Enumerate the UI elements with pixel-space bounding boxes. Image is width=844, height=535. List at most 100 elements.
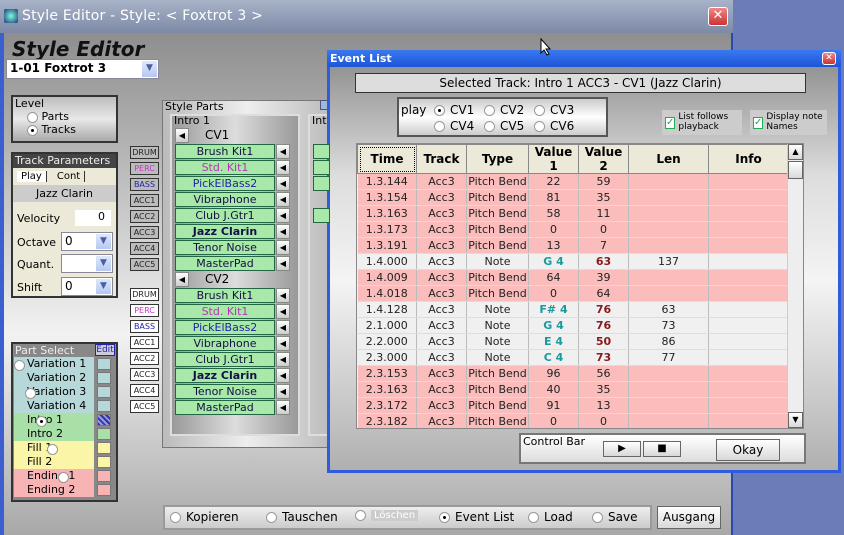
speaker-icon[interactable]: ◀ <box>276 320 290 335</box>
column-header-value-1[interactable]: Value 1 <box>528 144 579 174</box>
track-label-acc1[interactable]: ACC1 <box>130 336 159 349</box>
table-row[interactable]: 1.4.018 Acc3 Pitch Bend 0 64 <box>357 285 789 302</box>
bottom-option-load[interactable]: Load <box>528 510 573 524</box>
style-slot[interactable]: Tenor Noise <box>175 240 275 255</box>
style-slot[interactable]: Club J.Gtr1 <box>175 208 275 223</box>
track-label-acc3[interactable]: ACC3 <box>130 226 159 239</box>
style-slot[interactable]: Jazz Clarin <box>175 224 275 239</box>
style-slot[interactable]: Std. Kit1 <box>175 304 275 319</box>
level-option-tracks[interactable]: Tracks <box>13 123 116 136</box>
play-option-cv1[interactable]: CV1 <box>434 103 474 117</box>
radio-icon[interactable] <box>36 415 47 427</box>
style-slot[interactable]: Vibraphone <box>175 192 275 207</box>
radio-icon[interactable] <box>14 359 25 371</box>
style-slot[interactable]: Jazz Clarin <box>175 368 275 383</box>
table-row[interactable]: 2.3.153 Acc3 Pitch Bend 96 56 <box>357 365 789 382</box>
part-select-item[interactable]: Intro 1 <box>14 413 94 427</box>
part-edit-box[interactable] <box>97 442 111 454</box>
play-option-cv5[interactable]: CV5 <box>484 119 524 133</box>
track-label-acc1[interactable]: ACC1 <box>130 194 159 207</box>
table-row[interactable]: 1.3.191 Acc3 Pitch Bend 13 7 <box>357 237 789 254</box>
part-edit-box[interactable] <box>97 386 111 398</box>
track-label-acc3[interactable]: ACC3 <box>130 368 159 381</box>
part-edit-box[interactable] <box>97 372 111 384</box>
speaker-icon[interactable]: ◀ <box>276 224 290 239</box>
tab-play[interactable]: Play <box>17 171 47 182</box>
table-row[interactable]: 2.3.182 Acc3 Pitch Bend 0 0 <box>357 413 789 428</box>
part-edit-box[interactable] <box>97 428 111 440</box>
play-option-cv4[interactable]: CV4 <box>434 119 474 133</box>
style-slot[interactable]: Vibraphone <box>175 336 275 351</box>
edit-button[interactable]: Edit <box>95 344 115 356</box>
ausgang-button[interactable]: Ausgang <box>657 506 721 529</box>
table-row[interactable]: 2.3.163 Acc3 Pitch Bend 40 35 <box>357 381 789 398</box>
track-label-bass[interactable]: BASS <box>130 178 159 191</box>
style-slot[interactable]: Tenor Noise <box>175 384 275 399</box>
part-select-item[interactable]: Ending 2 <box>14 483 94 497</box>
style-slot[interactable]: PickElBass2 <box>175 320 275 335</box>
table-row[interactable]: 1.4.128 Acc3 Note F# 4 76 63 <box>357 301 789 318</box>
table-row[interactable]: 1.3.144 Acc3 Pitch Bend 22 59 <box>357 173 789 190</box>
velocity-field[interactable]: 0 <box>75 210 111 226</box>
part-select-item[interactable]: Variation 1 <box>14 357 94 371</box>
track-label-perc[interactable]: PERC <box>130 304 159 317</box>
scroll-thumb[interactable] <box>788 161 803 179</box>
table-row[interactable]: 2.1.000 Acc3 Note G 4 76 73 <box>357 317 789 334</box>
speaker-icon[interactable]: ◀ <box>276 192 290 207</box>
column-header-time[interactable]: Time <box>357 144 417 174</box>
column-header-info[interactable]: Info <box>708 144 789 174</box>
part-edit-box[interactable] <box>97 456 111 468</box>
part-edit-box[interactable] <box>97 470 111 482</box>
speaker-icon[interactable]: ◀ <box>175 128 189 143</box>
speaker-icon[interactable]: ◀ <box>276 304 290 319</box>
style-slot[interactable]: Std. Kit1 <box>175 160 275 175</box>
speaker-icon[interactable]: ◀ <box>276 288 290 303</box>
shift-select[interactable]: 0 ▼ <box>61 277 113 296</box>
speaker-icon[interactable]: ◀ <box>276 240 290 255</box>
speaker-icon[interactable]: ◀ <box>276 144 290 159</box>
style-slot[interactable]: MasterPad <box>175 256 275 271</box>
track-label-bass[interactable]: BASS <box>130 320 159 333</box>
bottom-option-save[interactable]: Save <box>592 510 637 524</box>
part-edit-box[interactable] <box>97 358 111 370</box>
radio-icon[interactable] <box>47 443 58 455</box>
part-select-item[interactable]: Intro 2 <box>14 427 94 441</box>
part-edit-box[interactable] <box>97 414 111 426</box>
part-edit-box[interactable] <box>97 484 111 496</box>
quant-select[interactable]: ▼ <box>61 254 113 273</box>
tab-cont[interactable]: Cont <box>53 171 86 182</box>
speaker-icon[interactable]: ◀ <box>175 272 189 287</box>
table-row[interactable]: 2.2.000 Acc3 Note E 4 50 86 <box>357 333 789 350</box>
track-label-drum[interactable]: DRUM <box>130 146 159 159</box>
speaker-icon[interactable]: ◀ <box>276 368 290 383</box>
style-slot[interactable]: Club J.Gtr1 <box>175 352 275 367</box>
part-select-item[interactable]: Ending 1 <box>14 469 94 483</box>
style-select[interactable]: 1-01 Foxtrot 3 ▼ <box>6 59 159 79</box>
table-row[interactable]: 2.3.000 Acc3 Note C 4 73 77 <box>357 349 789 366</box>
table-row[interactable]: 1.4.000 Acc3 Note G 4 63 137 <box>357 253 789 270</box>
style-slot[interactable] <box>313 176 330 191</box>
table-row[interactable]: 2.3.172 Acc3 Pitch Bend 91 13 <box>357 397 789 414</box>
table-row[interactable]: 1.4.009 Acc3 Pitch Bend 64 39 <box>357 269 789 286</box>
scroll-down-arrow-icon[interactable]: ▼ <box>788 412 803 428</box>
play-option-cv2[interactable]: CV2 <box>484 103 524 117</box>
play-option-cv6[interactable]: CV6 <box>534 119 574 133</box>
track-label-acc5[interactable]: ACC5 <box>130 400 159 413</box>
display-note-names-checkbox[interactable]: ✓ Display note Names <box>750 110 827 135</box>
track-label-acc4[interactable]: ACC4 <box>130 242 159 255</box>
okay-button[interactable]: Okay <box>716 439 780 461</box>
style-slot[interactable]: PickElBass2 <box>175 176 275 191</box>
part-select-item[interactable]: Variation 4 <box>14 399 94 413</box>
speaker-icon[interactable]: ◀ <box>276 160 290 175</box>
column-header-track[interactable]: Track <box>416 144 467 174</box>
column-header-type[interactable]: Type <box>466 144 529 174</box>
speaker-icon[interactable]: ◀ <box>276 400 290 415</box>
style-slot[interactable] <box>313 208 330 223</box>
track-label-drum[interactable]: DRUM <box>130 288 159 301</box>
radio-icon[interactable] <box>25 387 36 399</box>
close-button[interactable]: ✕ <box>708 7 728 26</box>
track-label-acc2[interactable]: ACC2 <box>130 210 159 223</box>
stop-button[interactable]: ■ <box>643 441 681 457</box>
speaker-icon[interactable]: ◀ <box>276 176 290 191</box>
part-select-item[interactable]: Fill 2 <box>14 455 94 469</box>
